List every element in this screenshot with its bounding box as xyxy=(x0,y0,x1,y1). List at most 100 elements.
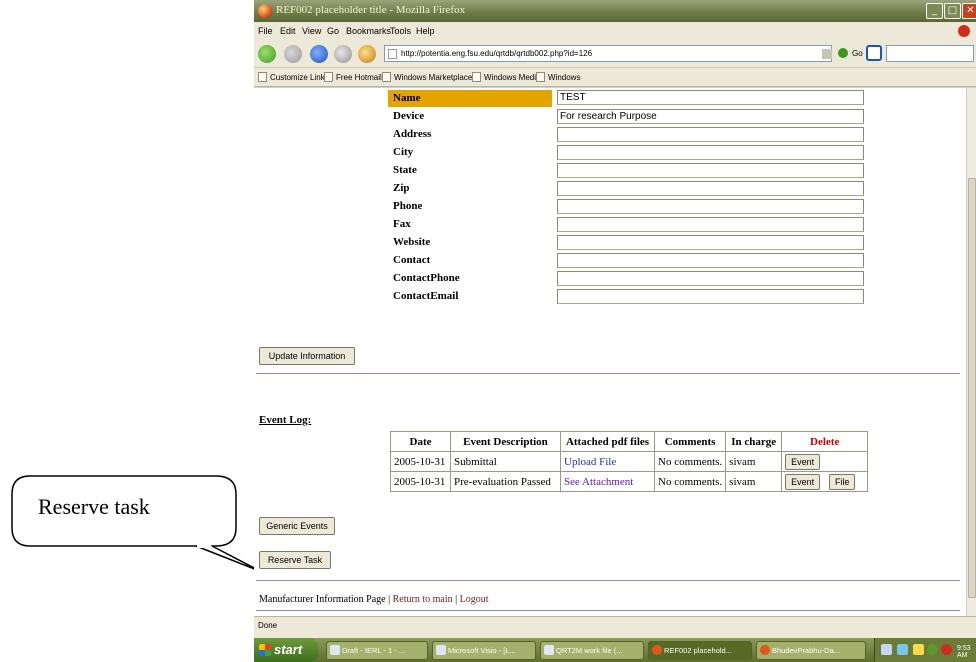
label-contact-email: ContactEmail xyxy=(393,290,459,302)
bookmark-customize-links[interactable]: Customize Links xyxy=(270,73,329,82)
cell-date: 2005-10-31 xyxy=(390,451,451,472)
taskbar-item-label: Microsoft Visio - [L... xyxy=(448,646,516,655)
col-date: Date xyxy=(390,431,451,452)
generic-events-button[interactable]: Generic Events xyxy=(259,517,335,535)
delete-event-button[interactable]: Event xyxy=(785,473,821,490)
callout-text: Reserve task xyxy=(38,494,150,519)
bookmarks-toolbar: Customize Links Free Hotmail Windows Mar… xyxy=(254,68,976,87)
go-icon[interactable] xyxy=(838,48,848,58)
menu-tools[interactable]: Tools xyxy=(390,26,411,36)
value-contact[interactable] xyxy=(557,253,864,268)
col-in-charge: In charge xyxy=(725,431,783,452)
footer-links: Manufacturer Information Page | Return t… xyxy=(259,594,489,605)
value-device[interactable]: For research Purpose xyxy=(557,109,864,124)
bookmark-windows[interactable]: Windows xyxy=(548,73,580,82)
taskbar: start Draft - IERL - 1 - ... Microsoft V… xyxy=(254,638,976,662)
cell-in-charge: sivam xyxy=(725,451,783,472)
menu-go[interactable]: Go xyxy=(327,26,339,36)
url-dropdown-icon[interactable] xyxy=(822,49,832,59)
update-information-button[interactable]: Update Information xyxy=(259,347,355,365)
menu-view[interactable]: View xyxy=(302,26,321,36)
value-phone[interactable] xyxy=(557,199,864,214)
delete-event-button[interactable]: Event xyxy=(785,453,821,470)
logout-link[interactable]: Logout xyxy=(460,594,489,605)
divider xyxy=(256,373,960,374)
menu-edit[interactable]: Edit xyxy=(280,26,296,36)
maximize-button[interactable]: □ xyxy=(944,3,961,19)
delete-file-button[interactable]: File xyxy=(828,473,856,490)
value-address[interactable] xyxy=(557,127,864,142)
value-fax[interactable] xyxy=(557,217,864,232)
label-device: Device xyxy=(393,110,425,122)
title-bar: REF002 placeholder title - Mozilla Firef… xyxy=(254,0,976,22)
menu-help[interactable]: Help xyxy=(416,26,435,36)
label-name: Name xyxy=(388,90,552,107)
see-attachment-link[interactable]: See Attachment xyxy=(564,476,633,488)
value-contact-phone[interactable] xyxy=(557,271,864,286)
taskbar-item-label: REF002 placehold... xyxy=(664,646,732,655)
taskbar-item-label: BhudevPrabhu-Da... xyxy=(772,646,840,655)
taskbar-item-word[interactable]: Draft - IERL - 1 - ... xyxy=(326,641,428,660)
clock: 9:53 AM xyxy=(957,645,971,659)
search-input[interactable] xyxy=(886,45,974,62)
bookmark-windows-marketplace[interactable]: Windows Marketplace xyxy=(394,73,472,82)
tray-status-icon[interactable] xyxy=(927,644,938,655)
go-label[interactable]: Go xyxy=(852,49,863,58)
bookmark-windows-media[interactable]: Windows Media xyxy=(484,73,540,82)
home-icon[interactable] xyxy=(358,45,376,63)
menu-bookmarks[interactable]: Bookmarks xyxy=(346,26,391,36)
table-header-row: Date Event Description Attached pdf file… xyxy=(390,431,869,452)
bookmark-page-icon xyxy=(324,72,333,82)
vertical-scrollbar[interactable] xyxy=(966,88,976,616)
taskbar-item-firefox[interactable]: REF002 placehold... xyxy=(648,641,752,660)
taskbar-item-word-2[interactable]: QRT2M work file (... xyxy=(540,641,644,660)
search-engine-icon[interactable] xyxy=(866,45,882,61)
start-label: start xyxy=(274,642,303,657)
system-tray: 9:53 AM xyxy=(874,638,976,662)
cell-in-charge: sivam xyxy=(725,471,783,492)
value-state[interactable] xyxy=(557,163,864,178)
value-name[interactable]: TEST xyxy=(557,90,864,105)
throbber-icon xyxy=(958,25,970,37)
footer-separator: | xyxy=(455,594,458,605)
tray-network-icon[interactable] xyxy=(881,644,892,655)
bookmark-page-icon xyxy=(382,72,391,82)
return-to-main-link[interactable]: Return to main xyxy=(393,594,453,605)
visio-icon xyxy=(436,645,446,655)
reload-icon[interactable] xyxy=(310,45,328,63)
stop-icon[interactable] xyxy=(334,45,352,63)
event-log-title: Event Log: xyxy=(259,414,312,426)
firefox-icon xyxy=(760,645,770,655)
value-city[interactable] xyxy=(557,145,864,160)
url-bar[interactable]: http://potentia.eng.fsu.edu/qrtdb/qrtdb0… xyxy=(384,45,832,62)
bookmark-page-icon xyxy=(536,72,545,82)
table-row: 2005-10-31 Pre-evaluation Passed See Att… xyxy=(390,471,869,492)
tray-app-icon[interactable] xyxy=(897,644,908,655)
value-website[interactable] xyxy=(557,235,864,250)
tray-alert-icon[interactable] xyxy=(941,644,952,655)
back-arrow-icon[interactable] xyxy=(258,45,276,63)
value-contact-email[interactable] xyxy=(557,289,864,304)
label-contact: Contact xyxy=(393,254,431,266)
reserve-task-button[interactable]: Reserve Task xyxy=(259,551,331,569)
minimize-button[interactable]: _ xyxy=(926,3,943,19)
upload-file-link[interactable]: Upload File xyxy=(564,456,616,468)
label-state: State xyxy=(393,164,417,176)
close-button[interactable]: ✕ xyxy=(962,3,976,19)
scrollbar-thumb[interactable] xyxy=(968,178,976,598)
value-zip[interactable] xyxy=(557,181,864,196)
taskbar-item-firefox-2[interactable]: BhudevPrabhu-Da... xyxy=(756,641,866,660)
bookmark-page-icon xyxy=(472,72,481,82)
bookmark-free-hotmail[interactable]: Free Hotmail xyxy=(336,73,382,82)
status-bar: Done xyxy=(254,616,976,638)
taskbar-item-visio[interactable]: Microsoft Visio - [L... xyxy=(432,641,536,660)
label-phone: Phone xyxy=(393,200,423,212)
menu-file[interactable]: File xyxy=(258,26,273,36)
page-content: Name TEST Device For research Purpose Ad… xyxy=(254,88,966,616)
col-event-description: Event Description xyxy=(450,431,561,452)
tray-help-icon[interactable] xyxy=(913,644,924,655)
start-button[interactable]: start xyxy=(254,638,318,662)
menu-bar: File Edit View Go Bookmarks Tools Help xyxy=(254,22,976,40)
firefox-icon xyxy=(652,645,662,655)
forward-arrow-icon[interactable] xyxy=(284,45,302,63)
